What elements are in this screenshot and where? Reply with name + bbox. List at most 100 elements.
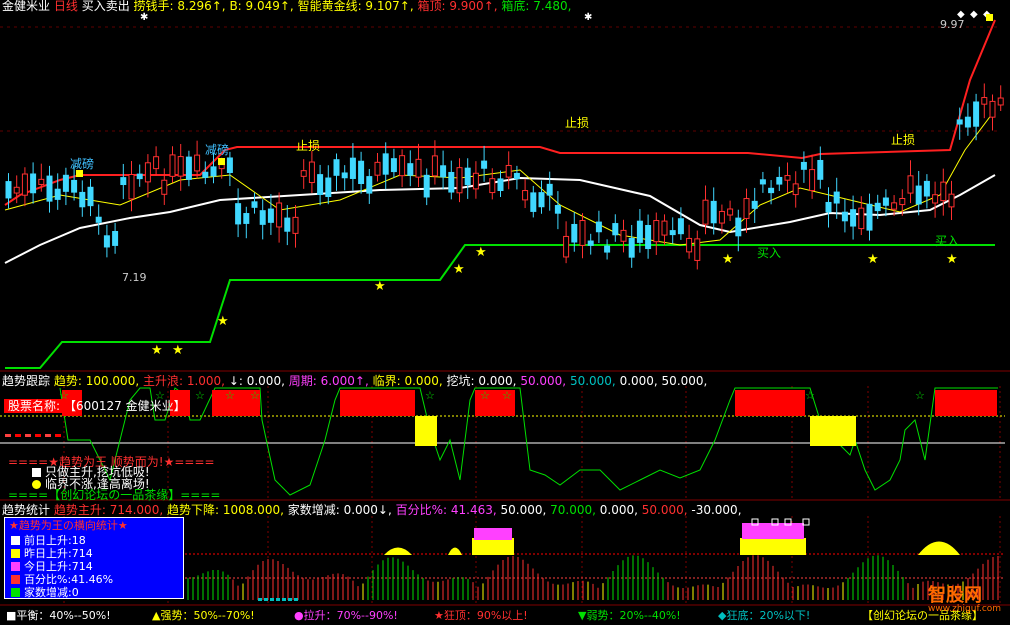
candle-body [964,116,971,128]
candle-body [891,202,898,210]
candle-body [185,156,192,180]
weak-tick [294,598,298,601]
low-price-label: 7.19 [122,271,147,284]
buy-star-icon: ★ [453,262,465,277]
stats-box-row: 百分比%:41.46% [11,573,113,586]
tick-mark [35,434,41,437]
candle-body [546,183,553,196]
candle-body [71,179,78,193]
candle-body [112,231,119,246]
candle-body [276,202,283,228]
candle-body [759,179,766,185]
candle-body [702,199,709,225]
green-star-icon: ☆ [225,389,235,402]
color-square-icon [11,562,20,571]
star-marker: ✱ [140,12,148,23]
stats-box-row-text: 前日上升:18 [24,534,86,547]
candle-body [973,101,980,127]
candle-body [374,161,381,176]
trend-panel-title: 趋势跟踪 [2,374,51,388]
candle-body [54,188,61,200]
buy-star-icon: ★ [946,252,958,267]
stats-box-row: 今日上升:714 [11,560,93,573]
high-price-label: 9.97 [940,18,965,31]
candle-body [784,175,791,181]
critical-block [850,416,856,446]
candle-body [522,190,529,201]
stats-value-item: 趋势主升: 714.000, [53,503,167,517]
candle-body [120,177,127,186]
candle-body [62,174,69,192]
trend-value-item: 主升浪: 1.000, [142,374,229,388]
weak-tick [258,598,262,601]
candle-body [497,178,504,191]
candle-body [448,171,455,193]
legend-item: ★狂顶：90%以上! [434,609,528,622]
trend-value-item: 周期: 6.000↑, [288,374,373,388]
candle-body [636,220,643,243]
color-square-icon [11,536,20,545]
stats-value-item: 0.000, [599,503,642,517]
candle-body [956,119,963,125]
buy-star-icon: ★ [151,343,163,358]
candle-body [743,198,750,219]
watermark-brand: 智股网 [928,585,982,606]
stats-box-row-text: 昨日上升:714 [24,547,93,560]
trend-value-item: 50.000, [661,374,708,388]
green-star-icon: ☆ [425,389,435,402]
weak-tick [276,598,280,601]
weak-tick [270,598,274,601]
candle-body [612,223,619,236]
buy-star-icon: ★ [374,279,386,294]
candle-body [366,176,373,194]
candle-body [915,185,922,205]
candle-body [218,164,225,170]
candle-body [456,167,463,194]
candle-body [481,160,488,169]
candle-body [907,175,914,194]
candle-body [727,208,734,216]
candle-body [431,155,438,177]
rise-block [474,528,512,540]
uptrend-block [735,390,805,416]
candle-body [932,194,939,204]
stats-panel-title: 趋势统计 [2,503,51,517]
stats-value-item: 50.000, [641,503,692,517]
legend-item: ▼弱势：20%--40%! [578,609,681,622]
stock-name: 金健米业 [2,0,51,13]
candle-body [259,210,266,225]
critical-block [415,416,437,446]
candle-body [358,160,365,185]
stats-box-title: ★趋势为王の横向统计★ [9,519,128,532]
stock-label-text: 股票名称: [8,399,61,413]
stats-box-row: 家数增减:0 [11,586,79,599]
marker-square [76,170,83,177]
candle-body [505,164,512,178]
candle-body [513,172,520,180]
candle-body [800,161,807,170]
candle-body [686,237,693,253]
candle-body [300,170,307,177]
green-star-icon: ☆ [805,389,815,402]
candle-body [308,161,315,184]
candle-body [464,167,471,186]
candle-body [563,235,570,258]
stock-code-label: 【600127 金健米业】 [64,399,186,413]
period-label: 日线 [53,0,78,13]
candle-body [399,155,406,177]
legend-item: ■平衡：40%--50%! [6,609,111,622]
candle-body [571,223,578,243]
stock-name-label: 股票名称: [4,399,65,413]
candle-body [5,181,12,199]
legend-item: ●拉升：70%--90%! [294,609,398,622]
tick-mark [45,434,51,437]
candle-body [489,178,496,194]
trend-values: 趋势: 100.000, 主升浪: 1.000, ↓: 0.000, 周期: 6… [54,374,708,388]
indicator-name: 买入卖出 [81,0,130,13]
candle-body [390,158,397,173]
tick-mark [5,434,11,437]
candle-body [677,218,684,235]
candle-body [103,235,110,248]
candle-body [669,230,676,236]
candle-body [661,220,668,236]
